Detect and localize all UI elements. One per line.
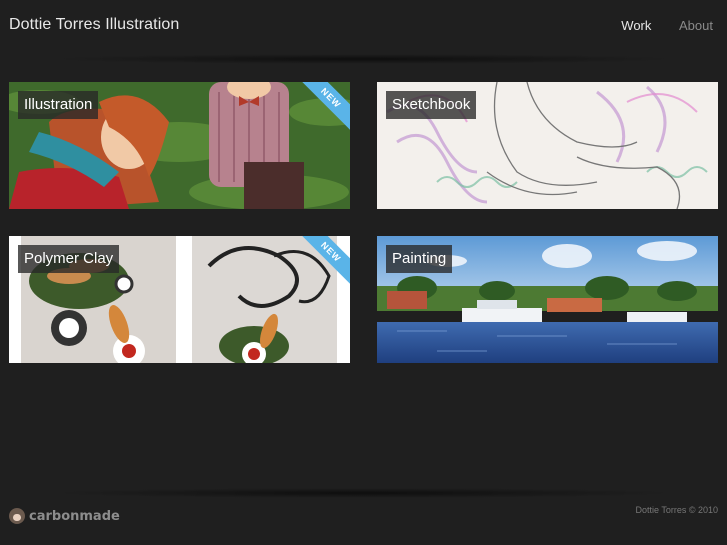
project-label[interactable]: Sketchbook [386,91,477,119]
project-tile-sketchbook[interactable]: Sketchbook [377,82,718,209]
project-label[interactable]: Polymer Clay [18,245,120,273]
nav-work[interactable]: Work [621,18,651,33]
nav-about[interactable]: About [679,18,713,33]
project-label[interactable]: Painting [386,245,453,273]
carbonmade-logo-text: carbonmade [29,508,120,524]
site-title[interactable]: Dottie Torres Illustration [9,16,179,34]
project-tile-polymer-clay[interactable]: Polymer Clay NEW [9,236,350,363]
project-label[interactable]: Illustration [18,91,99,119]
main-nav: Work About [597,18,713,33]
carbonmade-logo-icon [9,508,25,524]
copyright: Dottie Torres © 2010 [635,505,718,515]
footer-divider [50,488,677,498]
carbonmade-logo[interactable]: carbonmade [9,508,120,524]
header: Dottie Torres Illustration Work About [0,0,727,55]
header-divider [50,54,677,64]
project-tile-illustration[interactable]: Illustration NEW [9,82,350,209]
project-tile-painting[interactable]: Painting [377,236,718,363]
